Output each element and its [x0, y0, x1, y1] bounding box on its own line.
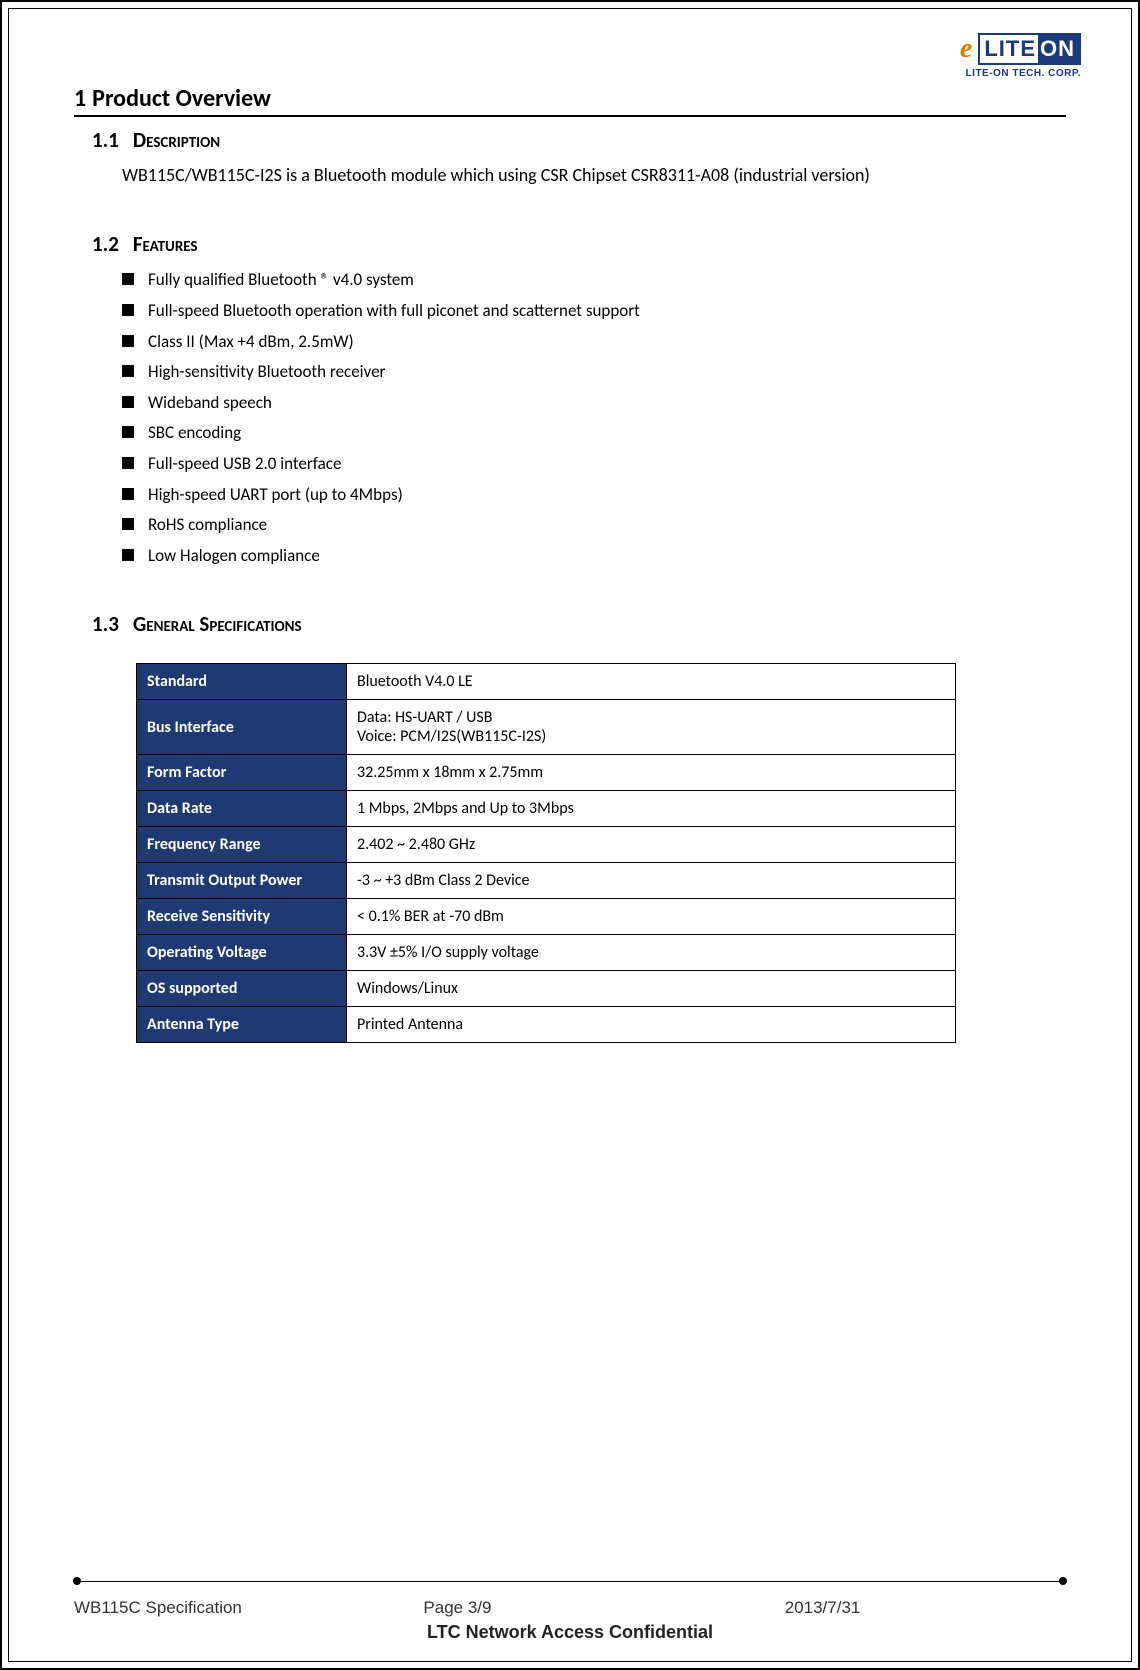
feature-item: Class II (Max +4 dBm, 2.5mW)	[122, 327, 1066, 358]
spec-value: 2.402 ~ 2.480 GHz	[347, 827, 956, 863]
feature-item: Full-speed Bluetooth operation with full…	[122, 296, 1066, 327]
feature-item: Fully qualified Bluetooth ® v4.0 system	[122, 265, 1066, 296]
spec-row: Data Rate1 Mbps, 2Mbps and Up to 3Mbps	[137, 791, 956, 827]
feature-item: Low Halogen compliance	[122, 541, 1066, 572]
spec-row: Frequency Range2.402 ~ 2.480 GHz	[137, 827, 956, 863]
spec-block: 1.3 General Specifications StandardBlueto…	[74, 611, 1066, 1043]
feature-item: SBC encoding	[122, 418, 1066, 449]
footer-doc: WB115C Specification	[74, 1598, 383, 1618]
content-area: 1Product Overview 1.1 Description WB115C/…	[74, 29, 1066, 1043]
spec-value: Data: HS-UART / USB Voice: PCM/I2S(WB115…	[347, 700, 956, 755]
spec-value: < 0.1% BER at -70 dBm	[347, 899, 956, 935]
company-logo: e LITE ON LITE-ON TECH. CORP.	[960, 33, 1081, 79]
features-list: Fully qualified Bluetooth ® v4.0 systemF…	[122, 265, 1066, 571]
spec-value: Bluetooth V4.0 LE	[347, 664, 956, 700]
spec-key: Form Factor	[137, 755, 347, 791]
features-block: 1.2 Features Fully qualified Bluetooth ® …	[74, 231, 1066, 571]
spec-key: Antenna Type	[137, 1007, 347, 1043]
section-1-3-title: General Specifications	[133, 611, 302, 637]
logo-text-on: ON	[1038, 35, 1079, 63]
page-inner-frame: e LITE ON LITE-ON TECH. CORP. 1Product O…	[8, 8, 1132, 1662]
section-1-heading: 1Product Overview	[74, 84, 1066, 117]
section-1-3-num: 1.3	[92, 611, 119, 637]
section-1-3-heading: 1.3 General Specifications	[92, 611, 1066, 637]
spec-key: Bus Interface	[137, 700, 347, 755]
spec-key: Operating Voltage	[137, 935, 347, 971]
feature-item: RoHS compliance	[122, 510, 1066, 541]
section-1-1-heading: 1.1 Description	[92, 127, 1066, 153]
spec-key: Frequency Range	[137, 827, 347, 863]
logo-subtitle: LITE-ON TECH. CORP.	[960, 68, 1081, 79]
spec-row: Bus InterfaceData: HS-UART / USB Voice: …	[137, 700, 956, 755]
logo-row: e LITE ON	[960, 33, 1081, 65]
spec-key: OS supported	[137, 971, 347, 1007]
section-1-2-title: Features	[133, 231, 198, 257]
feature-item: Wideband speech	[122, 388, 1066, 419]
spec-value: Windows/Linux	[347, 971, 956, 1007]
spec-key: Standard	[137, 664, 347, 700]
spec-row: OS supportedWindows/Linux	[137, 971, 956, 1007]
spec-row: Transmit Output Power-3 ~ +3 dBm Class 2…	[137, 863, 956, 899]
section-1-num: 1	[74, 84, 86, 113]
logo-e-icon: e	[960, 33, 972, 65]
spec-value: -3 ~ +3 dBm Class 2 Device	[347, 863, 956, 899]
page-footer: WB115C Specification Page 3/9 2013/7/31 …	[74, 1581, 1066, 1643]
feature-item: High-sensitivity Bluetooth receiver	[122, 357, 1066, 388]
section-1-2-num: 1.2	[92, 231, 119, 257]
spec-key: Data Rate	[137, 791, 347, 827]
spec-key: Transmit Output Power	[137, 863, 347, 899]
spec-value: 32.25mm x 18mm x 2.75mm	[347, 755, 956, 791]
spec-row: Receive Sensitivity< 0.1% BER at -70 dBm	[137, 899, 956, 935]
footer-rule	[74, 1581, 1066, 1582]
section-1-1-num: 1.1	[92, 127, 119, 153]
spec-value: 3.3V ±5% I/O supply voltage	[347, 935, 956, 971]
spec-row: Antenna TypePrinted Antenna	[137, 1007, 956, 1043]
description-body: WB115C/WB115C-I2S is a Bluetooth module …	[122, 159, 1066, 191]
footer-row: WB115C Specification Page 3/9 2013/7/31	[74, 1598, 1066, 1618]
section-1-2-heading: 1.2 Features	[92, 231, 1066, 257]
section-1-1-title: Description	[133, 127, 220, 153]
footer-date: 2013/7/31	[705, 1598, 1066, 1618]
footer-confidential: LTC Network Access Confidential	[74, 1622, 1066, 1643]
feature-item: Full-speed USB 2.0 interface	[122, 449, 1066, 480]
spec-row: Operating Voltage3.3V ±5% I/O supply vol…	[137, 935, 956, 971]
spec-key: Receive Sensitivity	[137, 899, 347, 935]
spec-row: Form Factor32.25mm x 18mm x 2.75mm	[137, 755, 956, 791]
logo-text-lite: LITE	[980, 35, 1038, 63]
spec-row: StandardBluetooth V4.0 LE	[137, 664, 956, 700]
logo-main: LITE ON	[978, 33, 1081, 65]
page-outer-frame: e LITE ON LITE-ON TECH. CORP. 1Product O…	[0, 0, 1140, 1670]
feature-item: High-speed UART port (up to 4Mbps)	[122, 480, 1066, 511]
footer-page: Page 3/9	[383, 1598, 704, 1618]
spec-table: StandardBluetooth V4.0 LEBus InterfaceDa…	[136, 663, 956, 1043]
spec-value: Printed Antenna	[347, 1007, 956, 1043]
section-1-title: Product Overview	[92, 84, 271, 113]
spec-value: 1 Mbps, 2Mbps and Up to 3Mbps	[347, 791, 956, 827]
